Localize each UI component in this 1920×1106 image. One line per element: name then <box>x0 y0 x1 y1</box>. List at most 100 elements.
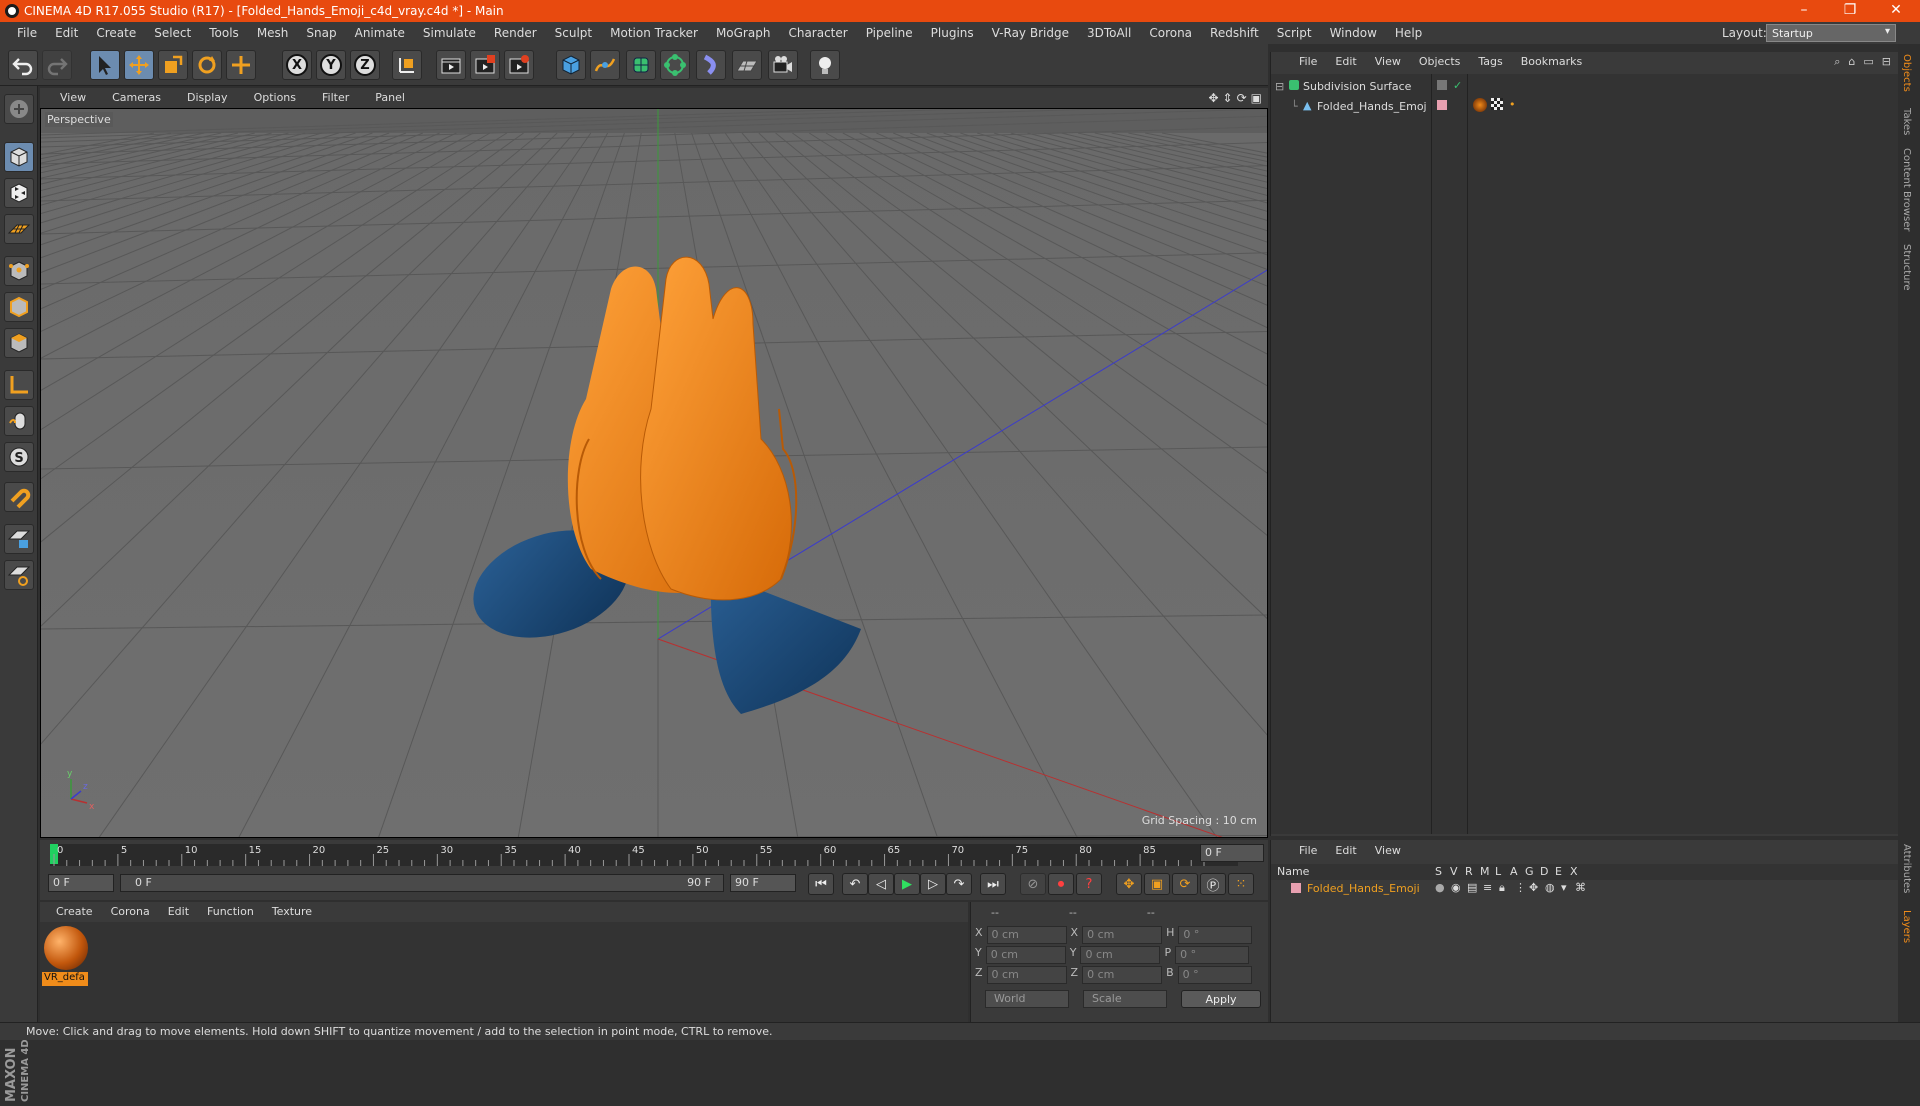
menu-script[interactable]: Script <box>1268 26 1321 40</box>
move-icon[interactable] <box>124 50 154 80</box>
layer-column-s[interactable]: S <box>1435 865 1442 878</box>
frame-range-slider[interactable]: 0 F 90 F <box>120 874 724 892</box>
menu-render[interactable]: Render <box>485 26 546 40</box>
select-arrow-icon[interactable] <box>90 50 120 80</box>
material-menu-edit[interactable]: Edit <box>158 905 197 918</box>
layer-menu-file[interactable]: File <box>1289 844 1325 857</box>
viewport-menu-options[interactable]: Options <box>240 91 308 104</box>
menu-create[interactable]: Create <box>87 26 145 40</box>
menu-snap[interactable]: Snap <box>297 26 345 40</box>
close-button[interactable]: ✕ <box>1876 2 1916 20</box>
layer-swatch-icon[interactable] <box>1437 100 1447 110</box>
viewport-menu-filter[interactable]: Filter <box>308 91 361 104</box>
axis-mode-icon[interactable] <box>4 370 34 400</box>
enabled-check-icon[interactable]: ✓ <box>1453 79 1462 92</box>
coordinate-system-icon[interactable] <box>392 50 422 80</box>
layout-dropdown[interactable]: Startup <box>1766 24 1896 42</box>
next-frame-button[interactable]: ▷ <box>920 873 946 895</box>
live-select-icon[interactable] <box>226 50 256 80</box>
texture-mode-icon[interactable] <box>4 178 34 208</box>
undo-icon[interactable] <box>8 50 38 80</box>
menu-simulate[interactable]: Simulate <box>414 26 485 40</box>
viewport-menu-panel[interactable]: Panel <box>361 91 417 104</box>
spline-pen-icon[interactable] <box>590 50 620 80</box>
rot-p-field[interactable]: 0 ° <box>1175 946 1250 964</box>
layer-column-a[interactable]: A <box>1510 865 1518 878</box>
keyframe-selection-icon[interactable]: ? <box>1076 873 1102 895</box>
edges-mode-icon[interactable] <box>4 292 34 322</box>
x-axis-lock[interactable]: X <box>282 50 312 80</box>
render-picture-viewer-icon[interactable] <box>470 50 500 80</box>
object-menu-file[interactable]: File <box>1289 55 1325 68</box>
coordinate-space-dropdown[interactable]: World <box>985 990 1069 1008</box>
subdivision-surface-icon[interactable] <box>626 50 656 80</box>
menu-mograph[interactable]: MoGraph <box>707 26 780 40</box>
key-scale-icon[interactable]: ▣ <box>1144 873 1170 895</box>
layer-manager-icon[interactable]: ≡ <box>1483 881 1492 894</box>
menu-motion-tracker[interactable]: Motion Tracker <box>601 26 707 40</box>
y-axis-lock[interactable]: Y <box>316 50 346 80</box>
previous-frame-button[interactable]: ◁ <box>868 873 894 895</box>
menu-character[interactable]: Character <box>779 26 856 40</box>
layer-solo-icon[interactable]: ● <box>1435 881 1445 894</box>
vray-tag-icon[interactable]: • <box>1509 98 1516 111</box>
layer-menu-edit[interactable]: Edit <box>1325 844 1364 857</box>
dolly-view-icon[interactable]: ⇕ <box>1223 91 1233 105</box>
key-point-level-icon[interactable]: ⁙ <box>1228 873 1254 895</box>
menu-sculpt[interactable]: Sculpt <box>546 26 601 40</box>
menu-redshift[interactable]: Redshift <box>1201 26 1268 40</box>
tweak-mode-icon[interactable] <box>4 406 34 436</box>
edit-render-settings-icon[interactable] <box>504 50 534 80</box>
redo-icon[interactable] <box>42 50 72 80</box>
layer-menu-view[interactable]: View <box>1365 844 1409 857</box>
menu-edit[interactable]: Edit <box>46 26 87 40</box>
pos-z-field[interactable]: 0 cm <box>986 966 1067 984</box>
size-mode-dropdown[interactable]: Scale <box>1083 990 1167 1008</box>
tab-structure[interactable]: Structure <box>1901 244 1912 291</box>
object-menu-bookmarks[interactable]: Bookmarks <box>1511 55 1590 68</box>
model-mode-icon[interactable] <box>4 142 34 172</box>
go-to-start-button[interactable]: ⏮ <box>808 873 834 895</box>
size-y-field[interactable]: 0 cm <box>1080 946 1161 964</box>
material-menu-create[interactable]: Create <box>46 905 101 918</box>
z-axis-lock[interactable]: Z <box>350 50 380 80</box>
menu-plugins[interactable]: Plugins <box>922 26 983 40</box>
key-parameter-icon[interactable]: Ⓟ <box>1200 873 1226 895</box>
menu-tools[interactable]: Tools <box>200 26 248 40</box>
tab-content-browser[interactable]: Content Browser <box>1901 148 1912 231</box>
key-rotation-icon[interactable]: ⟳ <box>1172 873 1198 895</box>
tab-attributes[interactable]: Attributes <box>1901 844 1912 893</box>
menu-help[interactable]: Help <box>1386 26 1431 40</box>
tab-takes[interactable]: Takes <box>1901 108 1912 135</box>
layer-deformers-icon[interactable]: ◍ <box>1545 881 1555 894</box>
menu-corona[interactable]: Corona <box>1140 26 1201 40</box>
floor-icon[interactable] <box>732 50 762 80</box>
start-frame-field[interactable]: 0 F <box>48 874 114 892</box>
pan-view-icon[interactable]: ✥ <box>1208 91 1218 105</box>
material-menu-texture[interactable]: Texture <box>262 905 320 918</box>
tab-objects[interactable]: Objects <box>1901 54 1912 92</box>
previous-key-button[interactable]: ↶ <box>842 873 868 895</box>
pos-x-field[interactable]: 0 cm <box>986 926 1067 944</box>
layer-column-m[interactable]: M <box>1480 865 1490 878</box>
planar-workplane-icon[interactable] <box>4 560 34 590</box>
object-menu-tags[interactable]: Tags <box>1468 55 1510 68</box>
menu-3dtoall[interactable]: 3DToAll <box>1078 26 1140 40</box>
collapse-icon[interactable]: ⊟ <box>1275 80 1284 93</box>
autokey-icon[interactable]: ⏺ <box>1048 873 1074 895</box>
object-menu-objects[interactable]: Objects <box>1409 55 1469 68</box>
size-z-field[interactable]: 0 cm <box>1082 966 1163 984</box>
snap-icon[interactable]: S <box>4 442 34 472</box>
object-menu-view[interactable]: View <box>1365 55 1409 68</box>
pos-y-field[interactable]: 0 cm <box>985 946 1066 964</box>
minimize-button[interactable]: – <box>1784 2 1824 20</box>
rotate-icon[interactable] <box>192 50 222 80</box>
cube-primitive-icon[interactable] <box>556 50 586 80</box>
rot-b-field[interactable]: 0 ° <box>1177 966 1252 984</box>
layer-expressions-icon[interactable]: ▾ <box>1561 881 1567 894</box>
layer-column-d[interactable]: D <box>1540 865 1548 878</box>
layer-column-r[interactable]: R <box>1465 865 1473 878</box>
next-key-button[interactable]: ↷ <box>946 873 972 895</box>
menu-pipeline[interactable]: Pipeline <box>857 26 922 40</box>
expand-panel-icon[interactable]: ⊟ <box>1882 55 1891 69</box>
